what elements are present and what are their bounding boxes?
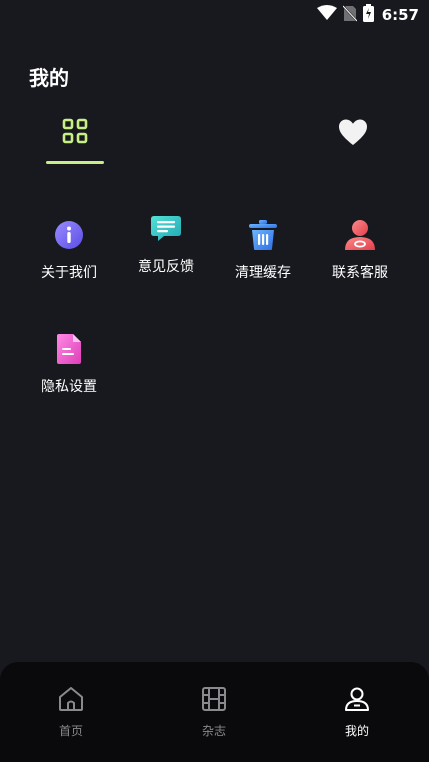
bottom-navigation: 首页 杂志 我的 bbox=[0, 662, 429, 762]
film-icon bbox=[201, 687, 227, 716]
heart-icon bbox=[338, 118, 368, 164]
nav-label: 首页 bbox=[58, 724, 83, 738]
menu-item-privacy-settings[interactable]: 隐私设置 bbox=[20, 334, 118, 396]
tab-grid[interactable] bbox=[46, 112, 104, 164]
trash-icon bbox=[248, 219, 278, 255]
nav-label: 我的 bbox=[344, 724, 369, 738]
user-icon bbox=[344, 687, 370, 716]
menu-label: 联系客服 bbox=[332, 265, 388, 281]
wifi-icon bbox=[316, 5, 337, 25]
nav-item-mine[interactable]: 我的 bbox=[317, 686, 397, 739]
status-time: 6:57 bbox=[381, 6, 419, 24]
document-icon bbox=[56, 333, 82, 369]
no-sim-icon bbox=[341, 4, 358, 26]
menu-label: 隐私设置 bbox=[41, 379, 97, 395]
nav-item-home[interactable]: 首页 bbox=[31, 686, 111, 739]
home-icon bbox=[58, 687, 84, 716]
menu-item-contact-support[interactable]: 联系客服 bbox=[311, 220, 409, 282]
info-icon bbox=[54, 220, 84, 254]
active-tab-indicator bbox=[46, 161, 104, 164]
nav-label: 杂志 bbox=[201, 724, 226, 738]
menu-item-feedback[interactable]: 意见反馈 bbox=[117, 214, 215, 276]
tab-favorites[interactable] bbox=[324, 112, 382, 164]
grid-icon bbox=[62, 118, 88, 164]
menu-label: 意见反馈 bbox=[138, 259, 194, 275]
menu-label: 清理缓存 bbox=[235, 265, 291, 281]
menu-item-about-us[interactable]: 关于我们 bbox=[20, 220, 118, 282]
menu-item-clear-cache[interactable]: 清理缓存 bbox=[214, 220, 312, 282]
menu-label: 关于我们 bbox=[41, 265, 97, 281]
nav-item-magazine[interactable]: 杂志 bbox=[174, 686, 254, 739]
status-bar: 6:57 bbox=[0, 0, 429, 30]
battery-charging-icon bbox=[362, 4, 374, 26]
page-title: 我的 bbox=[29, 66, 69, 90]
customer-service-icon bbox=[344, 219, 376, 255]
feedback-chat-icon bbox=[150, 215, 182, 247]
